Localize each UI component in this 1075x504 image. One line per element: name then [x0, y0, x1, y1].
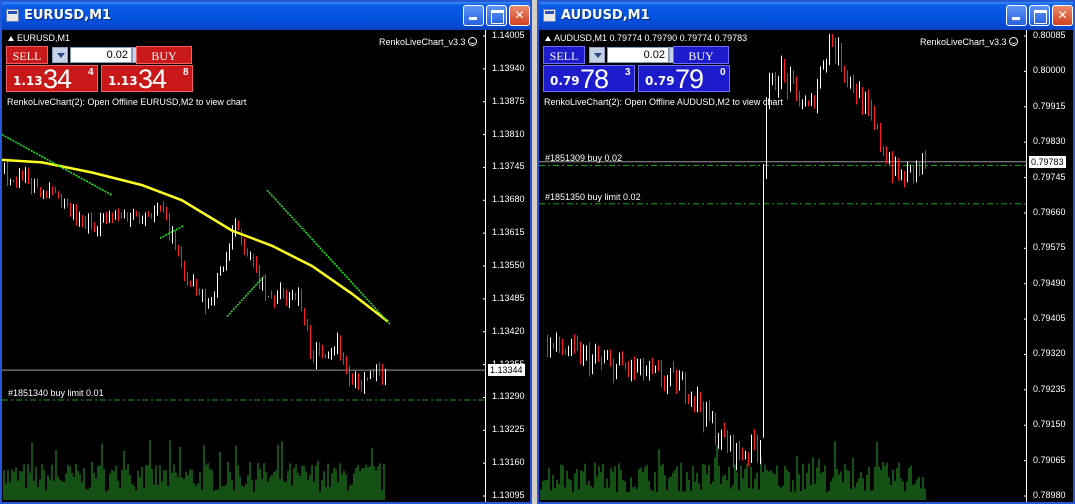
moving-average-line: [2, 158, 389, 323]
ask-price-point: 8: [183, 67, 189, 78]
maximize-icon[interactable]: [486, 5, 507, 26]
symbol-info-text: EURUSD,M1: [17, 33, 71, 43]
price-tick-label: 0.79745: [1033, 171, 1066, 182]
order-label[interactable]: #1851309 buy 0.02: [545, 153, 622, 163]
indicator-name-text: RenkoLiveChart_v3.3: [379, 37, 466, 47]
indicator-message: RenkoLiveChart(2): Open Offline EURUSD,M…: [7, 97, 247, 107]
maximize-icon[interactable]: [1029, 5, 1050, 26]
lot-size-input[interactable]: [607, 47, 669, 63]
indicator-name: RenkoLiveChart_v3.3: [920, 37, 1018, 47]
chart-window-eurusd[interactable]: EURUSD,M1 ✕ 1.14005 1.13940 1.13875 1.13810…: [0, 0, 532, 504]
sell-button[interactable]: SELL: [6, 46, 48, 64]
close-icon[interactable]: ✕: [509, 5, 530, 26]
triangle-icon: [545, 36, 551, 41]
bid-price-big: 1.13: [13, 74, 43, 88]
price-tick-label: 0.79405: [1033, 313, 1066, 324]
price-tick-label: 0.79490: [1033, 277, 1066, 288]
price-tick-label: 0.79065: [1033, 454, 1066, 465]
ask-price-pips: 79: [675, 64, 704, 94]
chart-window-icon: [6, 9, 19, 22]
symbol-info: EURUSD,M1: [8, 33, 70, 43]
lot-decrease-icon[interactable]: [52, 47, 68, 63]
order-label[interactable]: #1851350 buy limit 0.02: [545, 192, 641, 202]
price-tick-label: 0.79235: [1033, 383, 1066, 394]
ask-price-box[interactable]: 1.13 34 8: [101, 64, 193, 94]
current-price-label: 1.13344: [488, 364, 525, 377]
price-tick-label: 1.13810: [492, 128, 525, 139]
ask-price-box[interactable]: 0.79 79 0: [638, 64, 730, 94]
price-tick-label: 0.80000: [1033, 65, 1066, 76]
bid-price-pips: 78: [580, 64, 609, 94]
price-tick-label: 1.13550: [492, 260, 525, 270]
window-title: EURUSD,M1: [24, 8, 112, 23]
price-tick-label: 0.80085: [1033, 30, 1066, 40]
current-price-label: 0.79783: [1029, 155, 1066, 168]
indicator-message: RenkoLiveChart(2): Open Offline AUDUSD,M…: [544, 97, 783, 107]
price-tick-label: 1.13875: [492, 95, 525, 106]
price-tick-label: 1.13615: [492, 227, 525, 238]
bid-price-box[interactable]: 0.79 78 3: [543, 64, 635, 94]
price-tick-label: 0.78980: [1033, 490, 1066, 500]
ask-price-big: 0.79: [645, 74, 675, 88]
buy-button[interactable]: BUY: [673, 46, 729, 64]
indicator-name: RenkoLiveChart_v3.3: [379, 37, 477, 47]
triangle-icon: [8, 36, 14, 41]
chart-area[interactable]: 0.80085 0.80000 0.79915 0.79830 0.79745 0.796…: [539, 30, 1073, 502]
lot-size-input[interactable]: [70, 47, 132, 63]
lot-decrease-icon[interactable]: [589, 47, 605, 63]
trend-line: [266, 189, 391, 325]
bid-price-point: 3: [625, 67, 631, 78]
price-tick-label: 1.13420: [492, 325, 525, 336]
price-tick-label: 1.13680: [492, 194, 525, 205]
chart-window-icon: [543, 9, 556, 22]
price-tick-label: 1.14005: [492, 30, 525, 40]
price-tick-label: 1.13290: [492, 391, 525, 402]
ask-price-big: 1.13: [108, 74, 138, 88]
bid-price-big: 0.79: [550, 74, 580, 88]
smiley-icon: [467, 37, 477, 46]
title-bar[interactable]: EURUSD,M1 ✕: [2, 2, 530, 30]
trend-line: [226, 275, 265, 318]
price-axis[interactable]: 0.80085 0.80000 0.79915 0.79830 0.79745 0.796…: [1027, 30, 1073, 502]
price-tick-label: 1.13940: [492, 62, 525, 73]
bid-price-pips: 34: [43, 64, 72, 94]
price-tick-label: 0.79830: [1033, 136, 1066, 147]
price-tick-label: 0.79150: [1033, 419, 1066, 430]
close-icon[interactable]: ✕: [1052, 5, 1073, 26]
minimize-icon[interactable]: [463, 5, 484, 26]
title-bar[interactable]: AUDUSD,M1 ✕: [539, 2, 1073, 30]
price-tick-label: 1.13745: [492, 161, 525, 172]
ask-price-point: 0: [720, 67, 726, 78]
symbol-info: AUDUSD,M1 0.79774 0.79790 0.79774 0.7978…: [545, 33, 747, 43]
price-tick-label: 0.79660: [1033, 206, 1066, 217]
bid-price-box[interactable]: 1.13 34 4: [6, 64, 98, 94]
price-tick-label: 1.13225: [492, 424, 525, 435]
price-axis[interactable]: 1.14005 1.13940 1.13875 1.13810 1.13745 1.136…: [486, 30, 530, 502]
sell-button[interactable]: SELL: [543, 46, 585, 64]
chart-window-audusd[interactable]: AUDUSD,M1 ✕ 0.80085 0.80000 0.79915 0.79830…: [537, 0, 1075, 504]
bid-price-point: 4: [88, 67, 94, 78]
smiley-icon: [1008, 37, 1018, 46]
price-tick-label: 1.13485: [492, 292, 525, 303]
buy-button[interactable]: BUY: [136, 46, 192, 64]
price-tick-label: 0.79320: [1033, 348, 1066, 359]
price-tick-label: 1.13160: [492, 457, 525, 468]
price-tick-label: 0.79575: [1033, 242, 1066, 253]
price-tick-label: 0.79915: [1033, 100, 1066, 111]
window-title: AUDUSD,M1: [561, 8, 650, 23]
one-click-trading-panel[interactable]: SELL BUY 1.13 34 4 1.13 34 8: [6, 46, 194, 94]
chart-area[interactable]: 1.14005 1.13940 1.13875 1.13810 1.13745 1.136…: [2, 30, 530, 502]
symbol-info-text: AUDUSD,M1 0.79774 0.79790 0.79774 0.7978…: [554, 33, 748, 43]
ask-price-pips: 34: [138, 64, 167, 94]
order-label[interactable]: #1851340 buy limit 0.01: [8, 388, 104, 398]
one-click-trading-panel[interactable]: SELL BUY 0.79 78 3 0.79 79 0: [543, 46, 731, 94]
minimize-icon[interactable]: [1006, 5, 1027, 26]
price-tick-label: 1.13095: [492, 490, 525, 500]
indicator-name-text: RenkoLiveChart_v3.3: [920, 37, 1007, 47]
